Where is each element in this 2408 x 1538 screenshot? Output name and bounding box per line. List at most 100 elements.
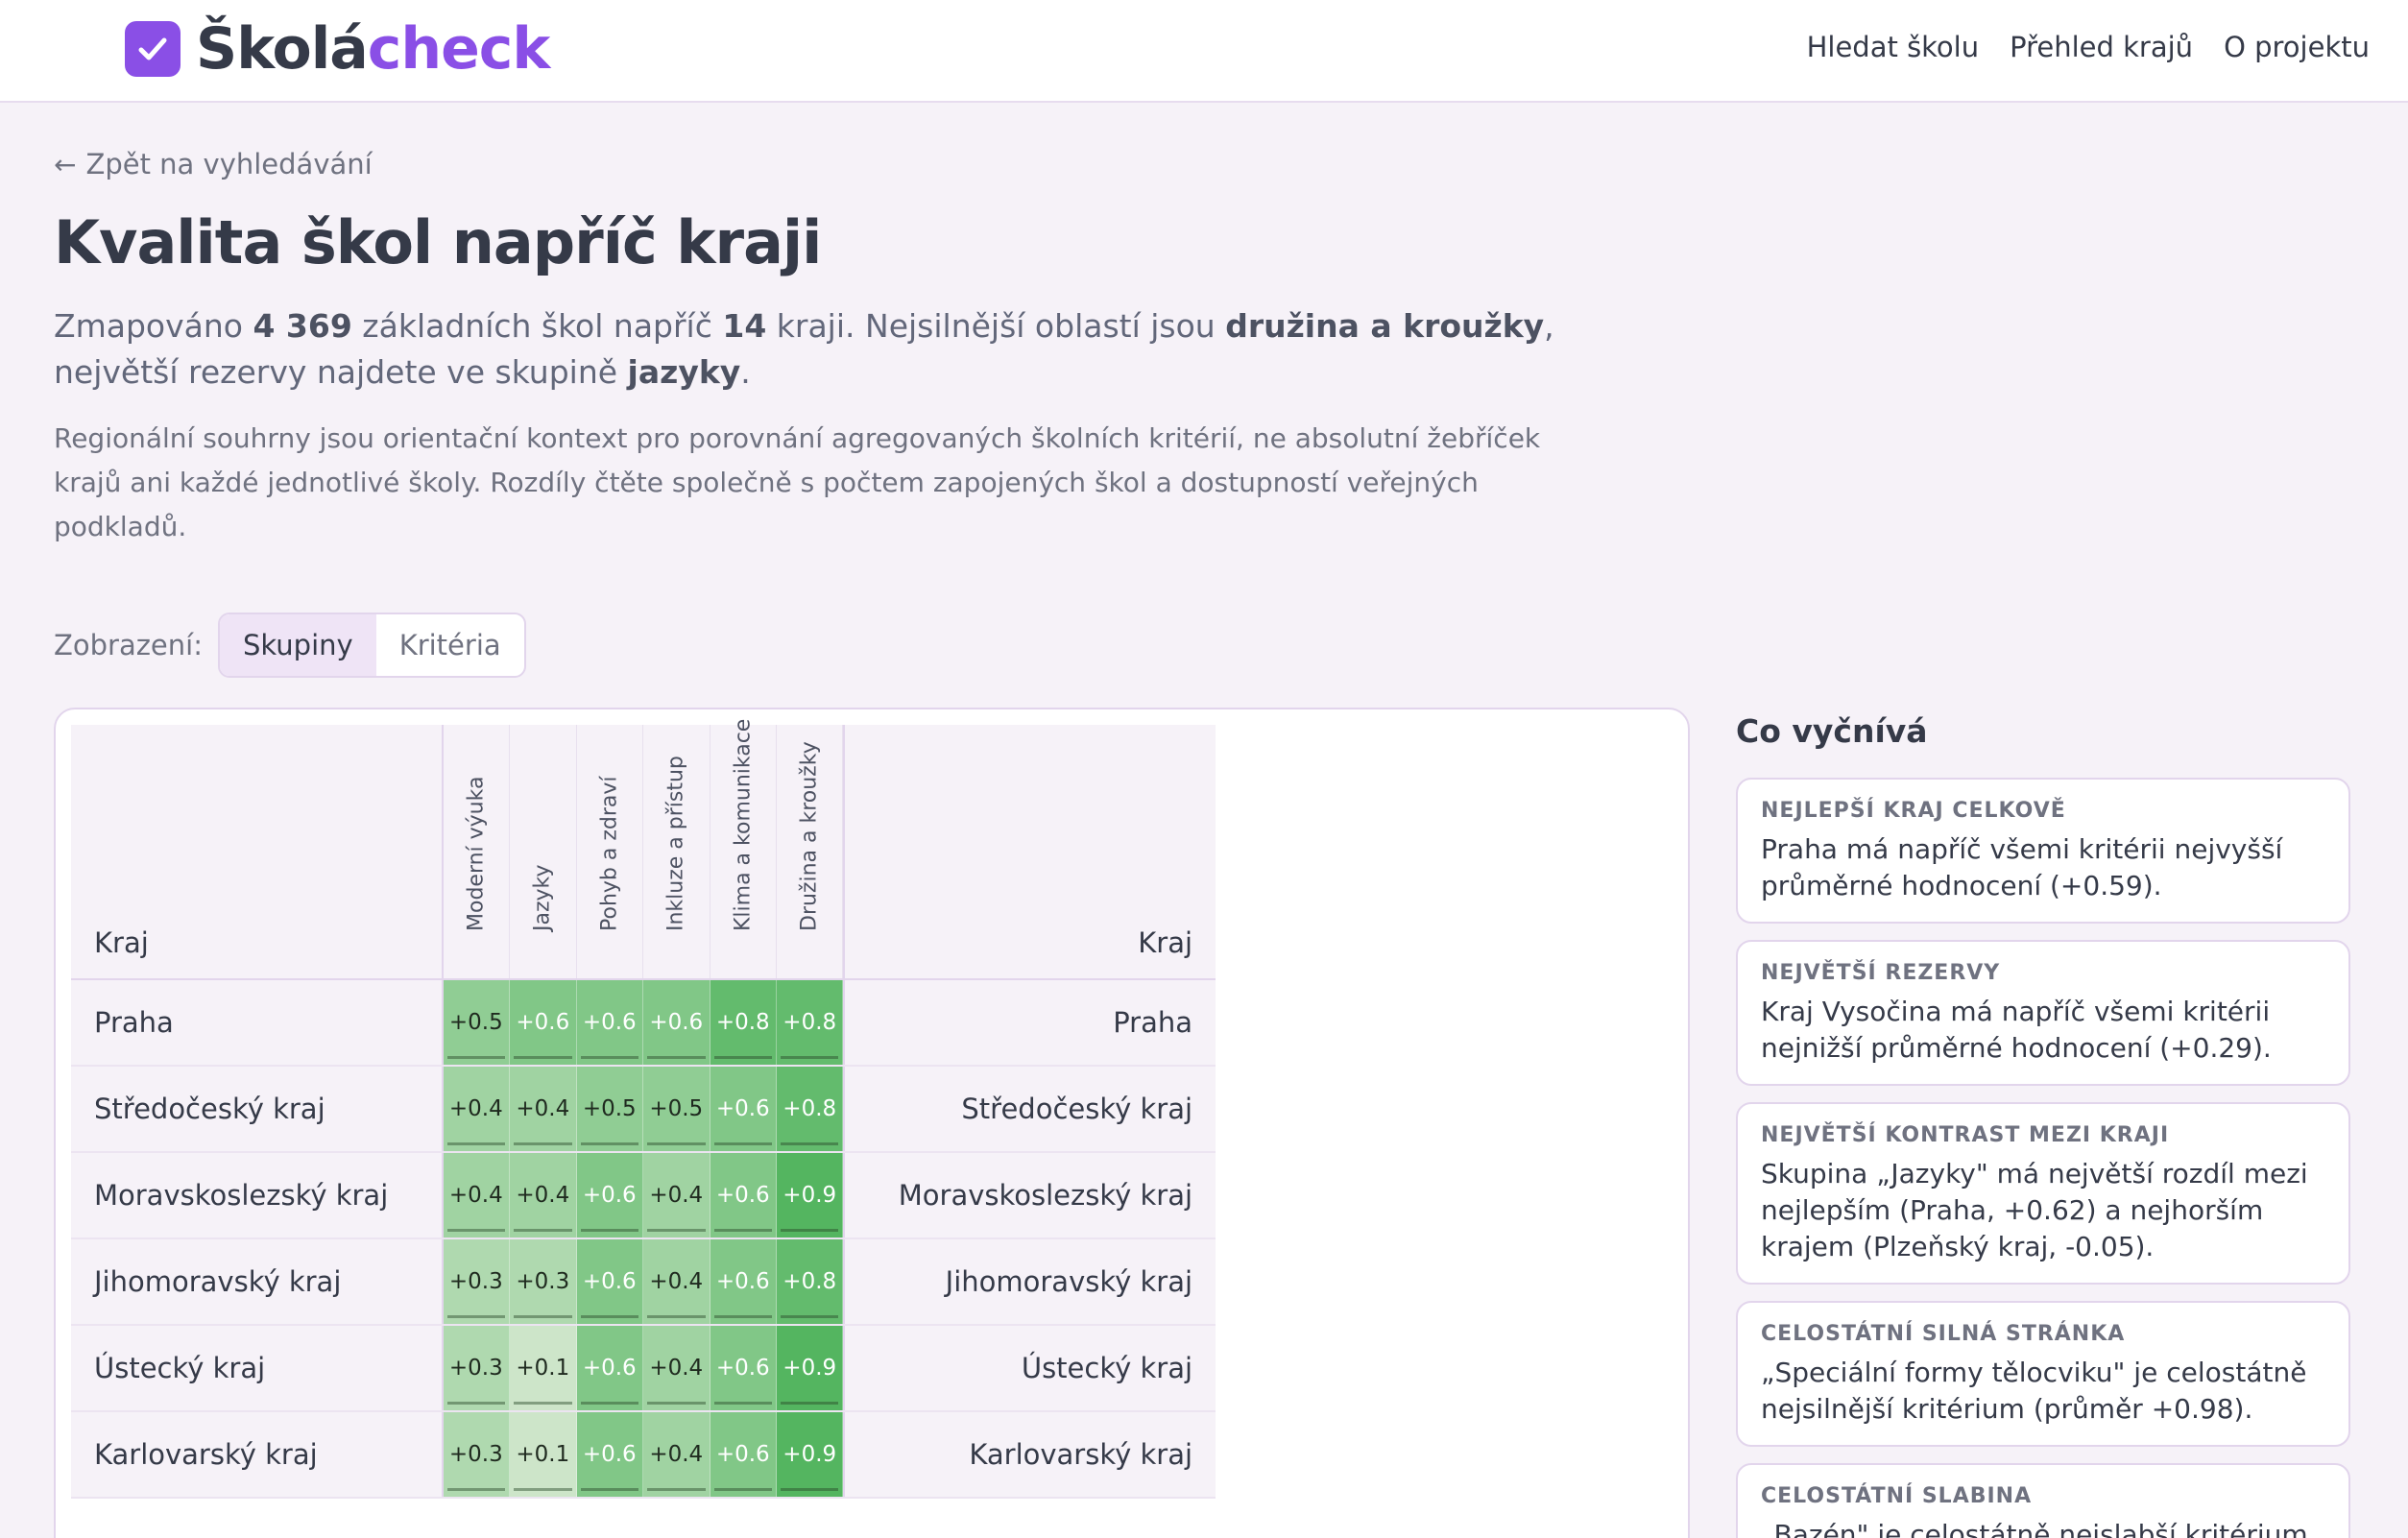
cell-bar [514,1056,572,1059]
heatmap-cell[interactable]: +0.8 [776,980,844,1065]
heatmap-cell[interactable]: +0.9 [776,1326,844,1410]
table-row[interactable]: Karlovarský kraj +0.3 +0.1 +0.6 +0.4 +0.6 +0.9… [71,1412,1216,1499]
heatmap-cell[interactable]: +0.1 [510,1326,577,1410]
heatmap-cell[interactable]: +0.6 [710,1153,777,1238]
column-header-label: Moderní výuka [464,776,489,931]
heatmap-cell[interactable]: +0.6 [576,1153,644,1238]
heatmap-cell[interactable]: +0.6 [710,1239,777,1324]
view-option-criteria[interactable]: Kritéria [376,614,524,676]
heatmap-cell[interactable]: +0.3 [443,1239,511,1324]
back-link[interactable]: ← Zpět na vyhledávání [54,148,373,180]
lead-strongest-area: družina a kroužky [1225,307,1545,345]
heatmap-cell[interactable]: +0.6 [576,980,644,1065]
table-row[interactable]: Moravskoslezský kraj +0.4 +0.4 +0.6 +0.4 +0.6… [71,1153,1216,1239]
cell-bar [446,1229,506,1232]
column-header-label: Jazyky [530,864,555,931]
column-header-region: Kraj [71,725,444,978]
lead-text: . [740,353,751,391]
heatmap-cell[interactable]: +0.9 [776,1412,844,1497]
cell-bar [514,1315,572,1318]
column-header-label: Inkluze a přístup [663,756,688,931]
heatmap-cell[interactable]: +0.8 [710,980,777,1065]
lead-region-count: 14 [722,307,767,345]
view-option-groups[interactable]: Skupiny [219,614,376,676]
heatmap-cell[interactable]: +0.3 [443,1412,511,1497]
heatmap-cell[interactable]: +0.5 [443,980,511,1065]
logo[interactable]: Školácheck [125,17,550,81]
heatmap-cell[interactable]: +0.4 [643,1153,710,1238]
heatmap-cell[interactable]: +0.4 [443,1153,511,1238]
cell-value: +0.5 [448,1010,503,1035]
nav-link-search-school[interactable]: Hledat školu [1807,27,1980,67]
cell-bar [446,1056,506,1059]
heatmap-cell[interactable]: +0.4 [510,1153,577,1238]
heatmap-cell[interactable]: +0.6 [576,1326,644,1410]
cell-value: +0.3 [516,1269,570,1294]
table-row[interactable]: Praha +0.5 +0.6 +0.6 +0.6 +0.8 +0.8 Praha [71,980,1216,1067]
cell-value: +0.4 [649,1269,704,1294]
table-body: Praha +0.5 +0.6 +0.6 +0.6 +0.8 +0.8 Praha Středo… [71,980,1216,1499]
heatmap-cell[interactable]: +0.3 [443,1326,511,1410]
cell-value: +0.4 [448,1183,503,1208]
column-header: Klima a komunikace [710,719,777,978]
heatmap-cell[interactable]: +0.1 [510,1412,577,1497]
heatmap-cell[interactable]: +0.4 [443,1067,511,1151]
column-header-label: Pohyb a zdraví [597,776,622,931]
heatmap-card: Kraj Moderní výuka Jazyky Pohyb a zdraví… [54,708,1690,1538]
heatmap-cell[interactable]: +0.6 [576,1412,644,1497]
column-header: Moderní výuka [444,725,511,978]
column-header: Jazyky [510,725,577,978]
heatmap-cell[interactable]: +0.4 [643,1412,710,1497]
cell-bar [780,1488,839,1491]
insight-text: „Speciální formy tělocviku" je celostátn… [1761,1357,2307,1425]
region-name-right: Karlovarský kraj [843,1412,1216,1497]
heatmap-cell[interactable]: +0.3 [510,1239,577,1324]
heatmap-cell[interactable]: +0.6 [710,1326,777,1410]
cell-bar [446,1488,506,1491]
cell-value: +0.5 [582,1096,637,1121]
heatmap-cell[interactable]: +0.6 [643,980,710,1065]
cell-bar [780,1142,839,1145]
main-nav: Hledat školu Přehled krajů O projektu [1776,27,2370,67]
nav-link-about[interactable]: O projektu [2224,27,2370,67]
cell-bar [713,1229,772,1232]
heatmap-cell[interactable]: +0.5 [576,1067,644,1151]
heatmap-cell[interactable]: +0.9 [776,1153,844,1238]
heatmap-cell[interactable]: +0.6 [710,1412,777,1497]
heatmap-cell[interactable]: +0.6 [576,1239,644,1324]
back-link-label: Zpět na vyhledávání [85,148,373,180]
checkmark-icon [125,21,181,77]
heatmap-cell[interactable]: +0.6 [710,1067,777,1151]
table-row[interactable]: Středočeský kraj +0.4 +0.4 +0.5 +0.5 +0.6 +0.8… [71,1067,1216,1153]
cell-value: +0.6 [715,1269,770,1294]
cell-value: +0.6 [715,1096,770,1121]
cell-value: +0.6 [582,1269,637,1294]
insight-heading: NEJVĚTŠÍ REZERVY [1761,961,2001,985]
cell-value: +0.6 [582,1010,637,1035]
cell-bar [713,1142,772,1145]
table-row[interactable]: Jihomoravský kraj +0.3 +0.3 +0.6 +0.4 +0.6 +0.… [71,1239,1216,1326]
heatmap-table: Kraj Moderní výuka Jazyky Pohyb a zdraví… [71,719,1216,1499]
heatmap-cell[interactable]: +0.5 [643,1067,710,1151]
heatmap-cell[interactable]: +0.4 [643,1326,710,1410]
insight-card: NEJVĚTŠÍ REZERVY Kraj Vysočina má napříč… [1736,940,2350,1086]
nav-link-regions-overview[interactable]: Přehled krajů [2010,27,2193,67]
cell-bar [713,1315,772,1318]
cell-value: +0.6 [715,1356,770,1381]
heatmap-cell[interactable]: +0.4 [643,1239,710,1324]
heatmap-cell[interactable]: +0.8 [776,1239,844,1324]
arrow-left-icon: ← [54,148,77,180]
view-toggle: Skupiny Kritéria [217,613,526,678]
insight-text: Kraj Vysočina má napříč všemi kritérii n… [1761,996,2272,1064]
cell-value: +0.6 [582,1356,637,1381]
heatmap-cell[interactable]: +0.6 [510,980,577,1065]
heatmap-cell[interactable]: +0.8 [776,1067,844,1151]
cell-value: +0.9 [783,1442,837,1467]
cell-bar [580,1402,639,1405]
page-description: Regionální souhrny jsou orientační konte… [54,422,1541,542]
cell-bar [780,1229,839,1232]
cell-bar [780,1315,839,1318]
heatmap-cell[interactable]: +0.4 [510,1067,577,1151]
table-row[interactable]: Ústecký kraj +0.3 +0.1 +0.6 +0.4 +0.6 +0.9 Úste… [71,1326,1216,1412]
cell-bar [713,1056,772,1059]
